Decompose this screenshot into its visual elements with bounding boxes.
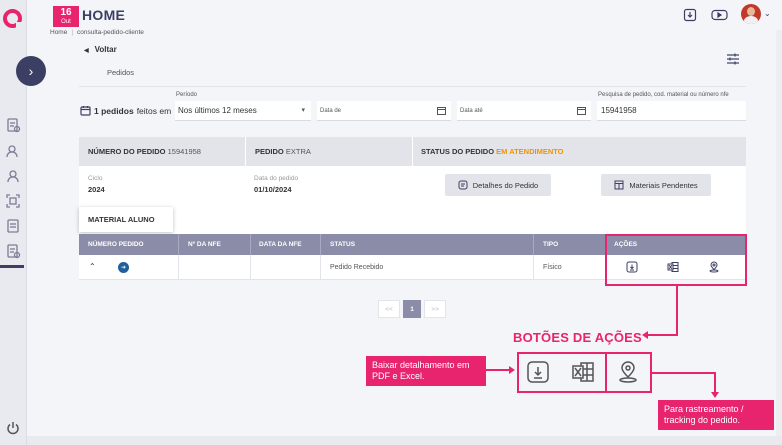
pdf-excel-callout: Baixar detalhamento em PDF e Excel. (366, 356, 486, 386)
order-status: STATUS DO PEDIDO EM ATENDIMENTO (421, 147, 564, 156)
pagination-next[interactable]: >> (424, 300, 446, 318)
column-nfe: Nº DA NFE (188, 241, 221, 248)
date-month: Out (61, 19, 71, 25)
chevron-right-icon: › (28, 63, 34, 79)
date-from-placeholder: Data de (320, 107, 342, 114)
annotation-connector (648, 334, 678, 336)
order-type: PEDIDO EXTRA (255, 147, 311, 156)
calendar-icon (80, 106, 91, 116)
scrollbar[interactable] (776, 30, 782, 436)
order-status-label: STATUS DO PEDIDO (421, 147, 495, 156)
chevron-up-icon[interactable]: ⌃ (89, 262, 96, 271)
orders-icon[interactable] (5, 243, 21, 259)
video-icon[interactable] (711, 8, 728, 22)
arrow-left-icon (642, 331, 648, 339)
pagination-prev[interactable]: << (378, 300, 400, 318)
date-badge: 16 Out (53, 6, 79, 27)
column-numero-pedido: NÚMERO PEDIDO (88, 241, 144, 248)
cell-tipo: Físico (543, 264, 562, 271)
status-badge: EM ATENDIMENTO (496, 147, 564, 156)
tracking-icon (616, 360, 640, 384)
expand-sidebar-button[interactable]: › (16, 56, 46, 86)
period-value: Nos últimos 12 meses (178, 106, 257, 115)
tab-pedidos[interactable]: Pedidos (79, 60, 162, 86)
column-tipo: TIPO (543, 241, 559, 248)
scan-icon[interactable] (5, 193, 21, 209)
order-number-label: NÚMERO DO PEDIDO (88, 147, 166, 156)
brand-logo[interactable] (3, 9, 23, 29)
bottom-bar (27, 436, 782, 445)
orders-count-value: 1 pedidos (94, 105, 134, 116)
breadcrumb: Home | consulta-pedido-cliente (50, 29, 144, 36)
cycle-value: 2024 (88, 185, 105, 194)
avatar[interactable] (741, 4, 761, 24)
date-day: 16 (60, 7, 72, 18)
annotation-title: BOTÕES DE AÇÕES (513, 330, 642, 345)
power-icon[interactable] (6, 421, 20, 435)
document-icon (458, 180, 468, 190)
order-link-icon[interactable]: ➔ (118, 262, 129, 273)
pagination-current[interactable]: 1 (403, 300, 421, 318)
breadcrumb-current: consulta-pedido-cliente (77, 29, 144, 36)
annotation-connector (676, 286, 678, 335)
column-data-nfe: DATA DA NFE (259, 241, 302, 248)
page-title: HOME (82, 7, 126, 23)
orders-count: 1 pedidos feitos em (80, 105, 171, 116)
cell-status: Pedido Recebido (330, 264, 384, 271)
date-to-placeholder: Data até (460, 107, 483, 114)
back-label: Voltar (94, 45, 117, 54)
report-icon[interactable] (5, 117, 21, 133)
back-arrow-icon: ◀ (84, 48, 89, 54)
zoom-divider (605, 352, 607, 393)
pending-materials-button[interactable]: Materiais Pendentes (601, 174, 711, 196)
document-icon[interactable] (5, 218, 21, 234)
order-details-label: Detalhes do Pedido (472, 180, 539, 190)
active-indicator (0, 265, 24, 268)
order-date-value: 01/10/2024 (254, 185, 292, 194)
period-label: Período (176, 92, 198, 98)
annotation-connector (652, 372, 716, 374)
download-icon[interactable] (683, 8, 697, 22)
filter-settings-icon[interactable] (726, 52, 740, 66)
dropdown-arrow-icon: ▾ (301, 107, 305, 114)
order-number-value: 15941958 (167, 147, 201, 156)
calendar-icon (437, 107, 446, 115)
breadcrumb-home[interactable]: Home (50, 29, 67, 36)
order-details-button[interactable]: Detalhes do Pedido (445, 174, 551, 196)
cycle-label: Ciclo (88, 175, 103, 182)
excel-download-icon (571, 360, 595, 384)
orders-count-suffix: feitos em (136, 105, 172, 116)
order-summary-header: NÚMERO DO PEDIDO 15941958 PEDIDO EXTRA S… (79, 137, 746, 166)
pending-materials-label: Materiais Pendentes (629, 180, 698, 190)
arrow-down-icon (711, 392, 719, 398)
annotation-connector (714, 372, 716, 393)
order-type-label: PEDIDO (255, 147, 284, 156)
order-date-label: Data do pedido (254, 175, 299, 182)
tab-material-aluno[interactable]: MATERIAL ALUNO (79, 207, 173, 232)
books-icon (614, 180, 624, 190)
search-label: Pesquisa de pedido, cod. material ou núm… (598, 92, 729, 98)
user-icon[interactable] (5, 168, 21, 184)
column-status: STATUS (330, 241, 356, 248)
tracking-callout: Para rastreamento / tracking do pedido. (658, 400, 774, 430)
annotation-connector (486, 369, 510, 371)
order-number: NÚMERO DO PEDIDO 15941958 (88, 147, 201, 156)
date-to-field[interactable]: Data até (457, 101, 591, 121)
period-select[interactable]: Nos últimos 12 meses ▾ (175, 101, 311, 121)
tab-divider (79, 86, 746, 87)
user-search-icon[interactable] (5, 143, 21, 159)
date-from-field[interactable]: Data de (317, 101, 451, 121)
actions-highlight (605, 234, 747, 286)
pdf-download-icon (526, 360, 550, 384)
search-input[interactable]: 15941958 (597, 101, 746, 121)
calendar-icon (577, 107, 586, 115)
chevron-down-icon[interactable]: ⌄ (764, 9, 771, 18)
arrow-right-icon (509, 366, 515, 374)
order-type-value: EXTRA (285, 147, 311, 156)
back-link[interactable]: ◀ Voltar (84, 45, 117, 54)
